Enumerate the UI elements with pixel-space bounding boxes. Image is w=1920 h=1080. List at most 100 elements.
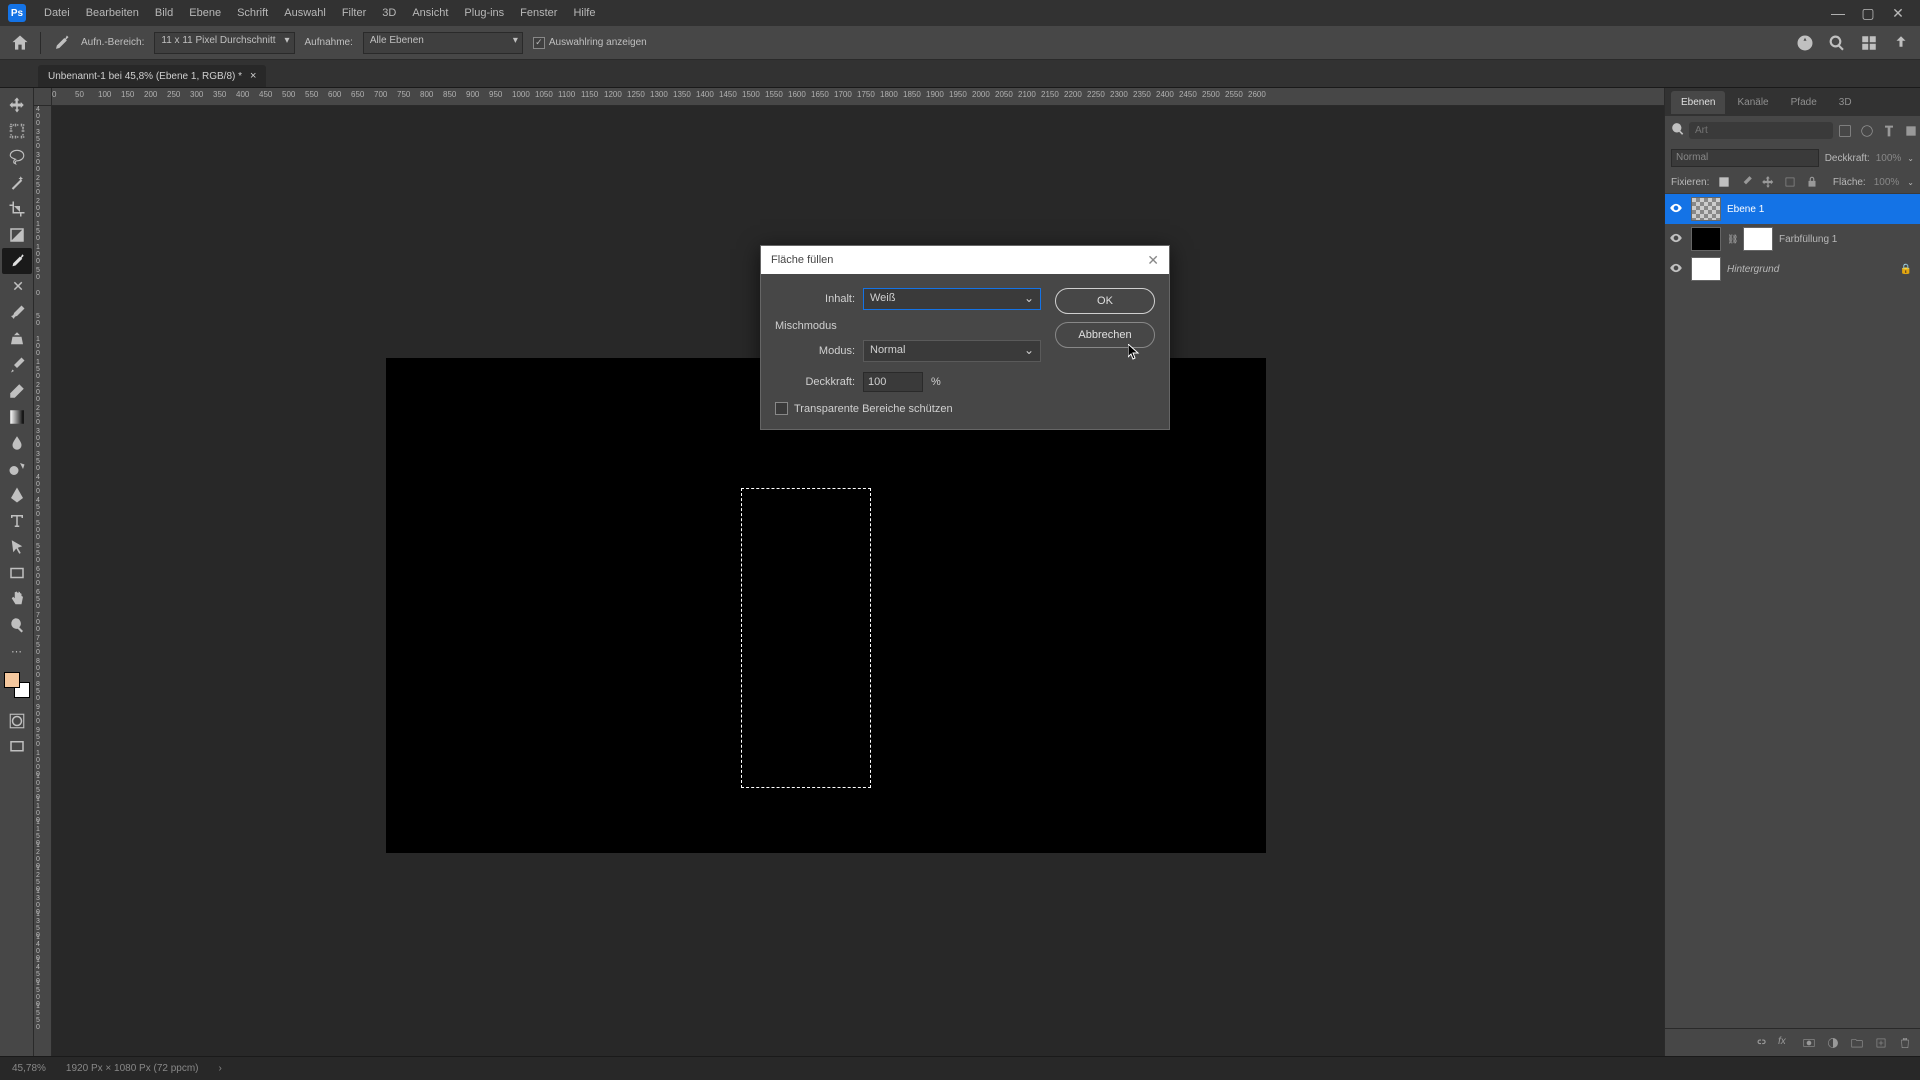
magic-wand-tool[interactable] (2, 170, 32, 196)
lock-all-icon[interactable] (1805, 175, 1819, 189)
menu-ebene[interactable]: Ebene (181, 3, 229, 23)
layer-row[interactable]: Ebene 1 (1665, 194, 1920, 224)
blend-mode-select[interactable]: Normal (1671, 149, 1819, 167)
layer-lock-icon[interactable]: 🔒 (1900, 264, 1912, 275)
lock-position-icon[interactable] (1761, 175, 1775, 189)
quick-mask-tool[interactable] (2, 708, 32, 734)
type-tool[interactable] (2, 508, 32, 534)
layer-row[interactable]: Hintergrund 🔒 (1665, 254, 1920, 284)
fill-value[interactable]: 100% (1874, 177, 1900, 188)
layer-thumbnail[interactable] (1691, 257, 1721, 281)
close-window-button[interactable]: ✕ (1884, 3, 1912, 23)
mode-select[interactable]: Normal (863, 340, 1041, 362)
opacity-input[interactable] (863, 372, 923, 392)
content-select[interactable]: Weiß (863, 288, 1041, 310)
frame-tool[interactable] (2, 222, 32, 248)
brush-tool[interactable] (2, 300, 32, 326)
ok-button[interactable]: OK (1055, 288, 1155, 314)
layer-mask-thumbnail[interactable] (1743, 227, 1773, 251)
filter-adjustment-icon[interactable] (1859, 123, 1875, 139)
menu-schrift[interactable]: Schrift (229, 3, 276, 23)
layer-name[interactable]: Ebene 1 (1727, 204, 1764, 215)
toolbar-more[interactable]: ⋯ (2, 638, 32, 664)
layer-mask-icon[interactable] (1802, 1036, 1816, 1050)
maximize-button[interactable]: ▢ (1854, 3, 1882, 23)
opacity-value[interactable]: 100% (1876, 153, 1902, 164)
menu-plug-ins[interactable]: Plug-ins (456, 3, 512, 23)
gradient-tool[interactable] (2, 404, 32, 430)
filter-pixel-icon[interactable] (1837, 123, 1853, 139)
blur-tool[interactable] (2, 430, 32, 456)
layer-name[interactable]: Farbfüllung 1 (1779, 234, 1837, 245)
menu-fenster[interactable]: Fenster (512, 3, 565, 23)
screen-mode-tool[interactable] (2, 734, 32, 760)
workspace-icon[interactable] (1860, 34, 1878, 52)
menu-hilfe[interactable]: Hilfe (565, 3, 603, 23)
eraser-tool[interactable] (2, 378, 32, 404)
search-icon[interactable] (1828, 34, 1846, 52)
sample-layers-select[interactable]: Alle Ebenen (363, 32, 523, 54)
cancel-button[interactable]: Abbrechen (1055, 322, 1155, 348)
clone-stamp-tool[interactable] (2, 326, 32, 352)
menu-bearbeiten[interactable]: Bearbeiten (78, 3, 147, 23)
layer-visibility-icon[interactable] (1669, 261, 1685, 278)
zoom-tool[interactable] (2, 612, 32, 638)
dialog-close-icon[interactable]: ✕ (1147, 252, 1159, 269)
filter-type-icon[interactable] (1881, 123, 1897, 139)
layer-name[interactable]: Hintergrund (1727, 264, 1779, 275)
foreground-color-swatch[interactable] (4, 672, 20, 688)
crop-tool[interactable] (2, 196, 32, 222)
color-swatches[interactable] (4, 672, 30, 698)
preserve-transparency-checkbox[interactable] (775, 402, 788, 415)
path-selection-tool[interactable] (2, 534, 32, 560)
lock-image-icon[interactable] (1739, 175, 1753, 189)
delete-layer-icon[interactable] (1898, 1036, 1912, 1050)
status-chevron-icon[interactable]: › (219, 1063, 222, 1074)
layer-link-icon[interactable]: ⛓ (1727, 234, 1737, 245)
menu-datei[interactable]: Datei (36, 3, 78, 23)
close-tab-icon[interactable]: × (250, 70, 256, 82)
show-ring-checkbox[interactable]: ✓ (533, 37, 545, 49)
menu-auswahl[interactable]: Auswahl (276, 3, 334, 23)
filter-shape-icon[interactable] (1903, 123, 1919, 139)
menu-filter[interactable]: Filter (334, 3, 374, 23)
eyedropper-icon[interactable] (51, 33, 71, 53)
menu-bild[interactable]: Bild (147, 3, 181, 23)
document-tab[interactable]: Unbenannt-1 bei 45,8% (Ebene 1, RGB/8) *… (38, 65, 266, 87)
new-layer-icon[interactable] (1874, 1036, 1888, 1050)
menu-ansicht[interactable]: Ansicht (404, 3, 456, 23)
dodge-tool[interactable] (2, 456, 32, 482)
lock-artboard-icon[interactable] (1783, 175, 1797, 189)
rectangle-tool[interactable] (2, 560, 32, 586)
panel-tab-pfade[interactable]: Pfade (1781, 91, 1827, 114)
document-info[interactable]: 1920 Px × 1080 Px (72 ppcm) (66, 1063, 199, 1074)
minimize-button[interactable]: — (1824, 3, 1852, 23)
layer-filter-input[interactable] (1689, 122, 1833, 139)
document-canvas[interactable] (386, 358, 1266, 853)
canvas-area[interactable]: 0501001502002503003504004505005506006507… (34, 88, 1664, 1056)
hand-tool[interactable] (2, 586, 32, 612)
zoom-level[interactable]: 45,78% (12, 1063, 46, 1074)
marquee-tool[interactable] (2, 118, 32, 144)
layer-thumbnail[interactable] (1691, 227, 1721, 251)
healing-tool[interactable] (2, 274, 32, 300)
layer-group-icon[interactable] (1850, 1036, 1864, 1050)
layer-visibility-icon[interactable] (1669, 231, 1685, 248)
adjustment-layer-icon[interactable] (1826, 1036, 1840, 1050)
layer-visibility-icon[interactable] (1669, 201, 1685, 218)
filter-icon[interactable] (1671, 122, 1685, 139)
link-layers-icon[interactable] (1754, 1036, 1768, 1050)
history-brush-tool[interactable] (2, 352, 32, 378)
panel-tab-3d[interactable]: 3D (1829, 91, 1862, 114)
move-tool[interactable] (2, 92, 32, 118)
layer-row[interactable]: ⛓ Farbfüllung 1 (1665, 224, 1920, 254)
sample-size-select[interactable]: 11 x 11 Pixel Durchschnitt (154, 32, 294, 54)
cloud-docs-icon[interactable] (1796, 34, 1814, 52)
eyedropper-tool[interactable] (2, 248, 32, 274)
layer-fx-icon[interactable]: fx (1778, 1036, 1792, 1050)
pen-tool[interactable] (2, 482, 32, 508)
share-icon[interactable] (1892, 34, 1910, 52)
home-icon[interactable] (10, 33, 30, 53)
dialog-titlebar[interactable]: Fläche füllen ✕ (761, 246, 1169, 274)
panel-tab-kanäle[interactable]: Kanäle (1727, 91, 1778, 114)
